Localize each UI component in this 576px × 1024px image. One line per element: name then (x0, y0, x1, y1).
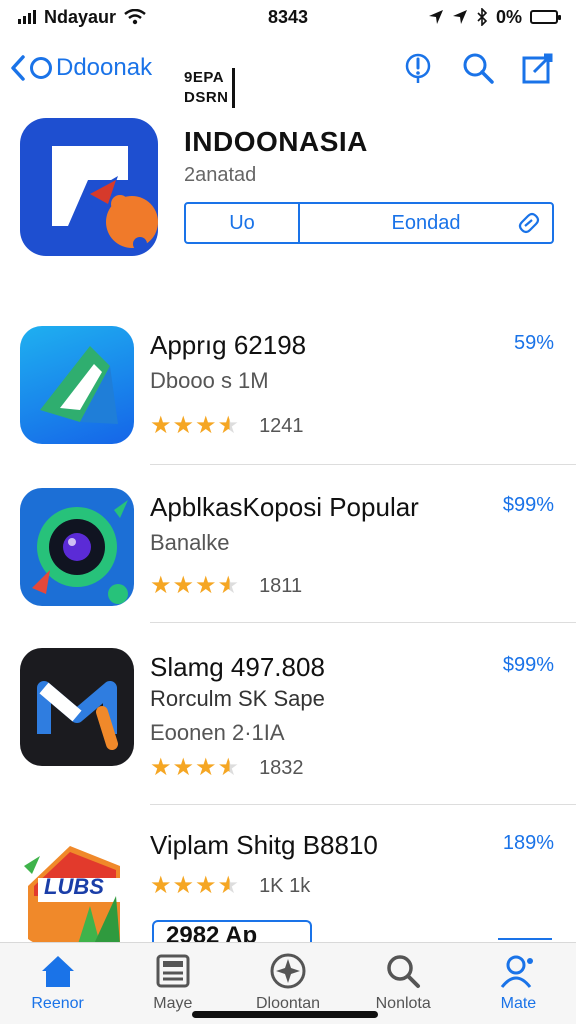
featured-app-icon[interactable] (20, 118, 158, 256)
header-badge: 9EPA DSRN (184, 68, 235, 108)
person-icon (501, 955, 534, 988)
rating-count: 1832 (259, 756, 304, 779)
back-label: Ddoonak (56, 54, 153, 81)
tab-label: Nonlota (375, 995, 431, 1012)
tab-label: Mate (500, 995, 537, 1012)
app-price-button[interactable]: $99% (503, 654, 554, 677)
bluetooth-icon (477, 8, 488, 26)
app-price-button[interactable]: 189% (503, 832, 554, 855)
badge-line-2: DSRN (184, 89, 229, 106)
back-logo-icon (30, 57, 52, 79)
search-icon (387, 955, 421, 988)
status-right: 0% (428, 6, 561, 28)
signal-icon (18, 10, 36, 24)
wifi-icon (124, 9, 146, 25)
alert-icon[interactable] (402, 52, 434, 84)
app-title: Slamg 497.808 (150, 652, 325, 682)
divider (150, 622, 576, 623)
divider (150, 804, 576, 805)
app-title: ApblkasKoposi Popular (150, 492, 419, 522)
search-icon[interactable] (462, 52, 494, 84)
featured-app[interactable]: INDOONASIA 2anatad Uo Eondad (20, 118, 556, 278)
segment-b-label: Eondad (391, 211, 461, 234)
home-indicator[interactable] (192, 1011, 378, 1018)
app-title: Apprıg 62198 (150, 330, 307, 360)
back-button[interactable]: Ddoonak (10, 54, 152, 82)
app-developer: Rorculm SK Sape (150, 686, 325, 711)
app-subtitle: Banalke (150, 530, 230, 555)
tab-label: Reenor (31, 995, 84, 1012)
app-rating: ★ ★ ★ ★ 1241 (150, 414, 304, 438)
app-rating: ★ ★ ★ ★ 1K 1k (150, 874, 310, 898)
tab-profile[interactable]: Mate (461, 943, 576, 1024)
segment-a-button[interactable]: Uo (186, 204, 300, 242)
app-icon[interactable] (20, 648, 134, 766)
featured-title: INDOONASIA (184, 126, 368, 157)
app-rating: ★ ★ ★ ★ 1832 (150, 756, 304, 780)
status-bar: Ndayaur 8343 0% (0, 0, 576, 34)
star-rating-icon: ★ ★ ★ ★ (150, 412, 240, 439)
app-subtitle: Eoonen 2·1IA (150, 720, 285, 745)
badge-line-1: 9EPA (184, 69, 225, 86)
location-arrow-icon (452, 10, 467, 24)
star-rating-icon: ★ ★ ★ ★ (150, 872, 240, 899)
compass-icon (270, 953, 306, 989)
divider (150, 464, 576, 465)
carrier-name: Ndayaur (44, 6, 117, 27)
status-left: Ndayaur (18, 7, 146, 28)
segment-b-button[interactable]: Eondad (300, 204, 552, 242)
tab-home[interactable]: Reenor (0, 943, 115, 1024)
star-rating-icon: ★ ★ ★ ★ (150, 754, 240, 781)
battery-percent: 0% (495, 6, 522, 27)
app-price-button[interactable]: $99% (503, 494, 554, 517)
rating-count: 1241 (259, 414, 304, 437)
nav-actions (402, 52, 566, 84)
chevron-left-icon (11, 55, 25, 81)
news-icon (156, 954, 190, 988)
nav-bar: Ddoonak (0, 44, 576, 92)
app-title: Viplam Shitg B8810 (150, 830, 378, 860)
link-icon (518, 212, 540, 234)
app-icon-lettering: LUBS (44, 874, 104, 899)
app-icon[interactable]: LUBS (20, 826, 134, 944)
tab-label: Maye (153, 995, 193, 1012)
app-icon[interactable] (20, 326, 134, 444)
location-icon (428, 10, 443, 24)
app-icon[interactable] (20, 488, 134, 606)
segmented-control: Uo Eondad (184, 202, 554, 244)
rating-count: 1811 (259, 574, 303, 597)
app-rating: ★ ★ ★ ★ 1811 (150, 574, 302, 598)
battery-icon (530, 10, 561, 24)
app-subtitle: Dbooo s 1M (150, 368, 269, 393)
home-icon (41, 956, 74, 987)
star-rating-icon: ★ ★ ★ ★ (150, 572, 240, 599)
rating-count: 1K 1k (259, 874, 311, 897)
app-price-button[interactable]: 59% (514, 332, 554, 355)
featured-subtitle: 2anatad (184, 164, 257, 186)
compose-icon[interactable] (522, 52, 554, 84)
